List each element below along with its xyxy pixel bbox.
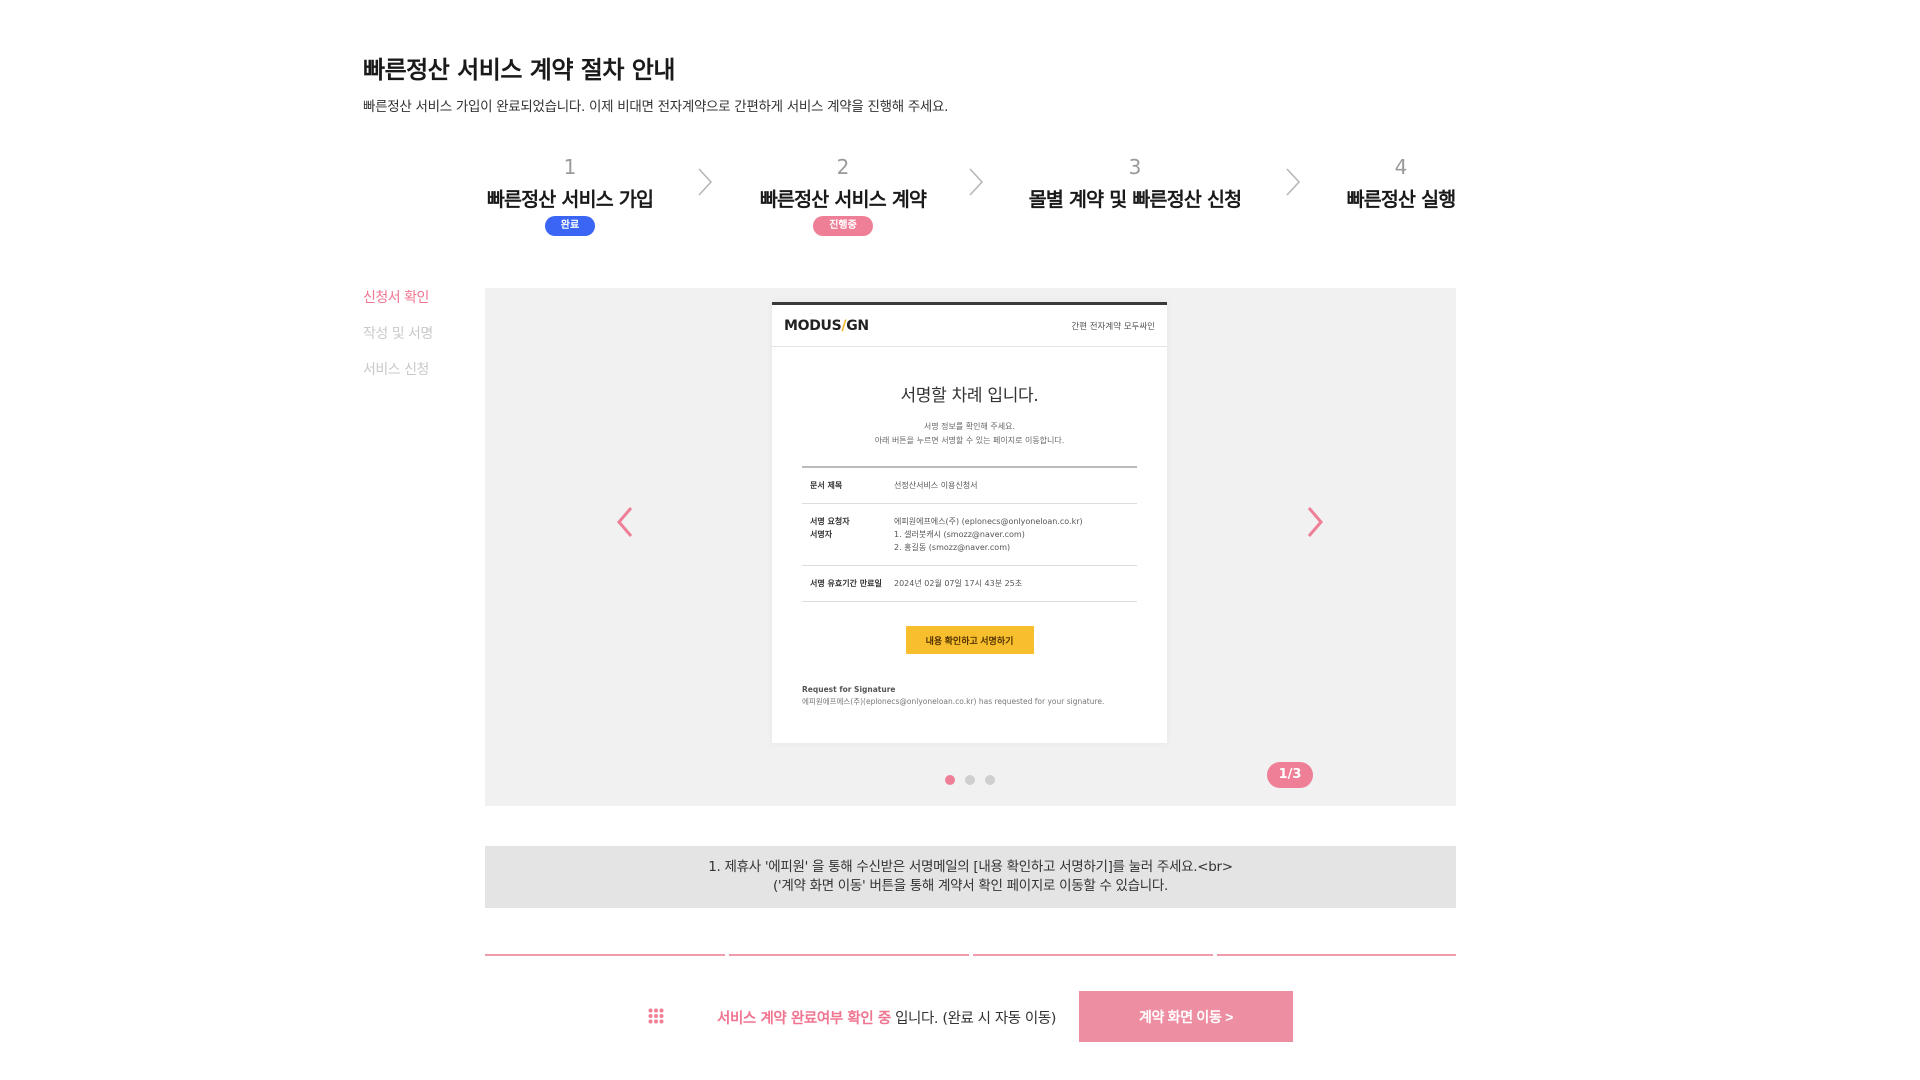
- step-label: 빠른정산 서비스 가입: [486, 188, 654, 211]
- email-preview: MODUS/GN 간편 전자계약 모두싸인 서명할 차례 입니다. 서명 정보를…: [772, 302, 1167, 743]
- progress-segment: [973, 954, 1213, 956]
- email-subtext: 서명 정보를 확인해 주세요. 아래 버튼을 누르면 서명할 수 있는 페이지로…: [874, 422, 1065, 445]
- notice-line: 1. 제휴사 '에피원' 을 통해 수신받은 서명메일의 [내용 확인하고 서명…: [708, 859, 1233, 875]
- chevron-right-icon: [698, 168, 713, 196]
- email-info-table: 문서 제목 선정산서비스 이용신청서 서명 요청자 서명자 에피원에프에스(주) …: [802, 466, 1137, 602]
- progress-segment: [1217, 954, 1456, 956]
- table-row: 문서 제목 선정산서비스 이용신청서: [802, 468, 1137, 504]
- step-number: 1: [563, 155, 577, 179]
- sidebar: 신청서 확인 작성 및 서명 서비스 신청: [363, 288, 433, 396]
- status-badge-done: 완료: [544, 216, 596, 236]
- chevron-right-icon[interactable]: [1303, 504, 1327, 540]
- status-message: 서비스 계약 완료여부 확인 중 입니다. (완료 시 자동 이동): [717, 1007, 1056, 1028]
- page-title: 빠른정산 서비스 계약 절차 안내: [363, 56, 675, 84]
- email-heading: 서명할 차례 입니다.: [900, 386, 1039, 406]
- progress-segment: [729, 954, 969, 956]
- step-4: 4 빠른정산 실행: [1336, 155, 1466, 212]
- step-number: 3: [1128, 155, 1142, 179]
- status-badge-progress: 진행중: [813, 216, 873, 236]
- carousel-dot[interactable]: [945, 775, 955, 785]
- carousel-dots: [945, 775, 995, 785]
- page-description: 빠른정산 서비스 가입이 완료되었습니다. 이제 비대면 전자계약으로 간편하게…: [363, 99, 949, 115]
- sidebar-item-application-check[interactable]: 신청서 확인: [363, 288, 433, 324]
- sidebar-item-write-sign[interactable]: 작성 및 서명: [363, 324, 433, 360]
- go-to-contract-button[interactable]: 계약 화면 이동 >: [1079, 991, 1293, 1042]
- email-footer: Request for Signature 에피원에프에스(주)(eplonec…: [802, 685, 1105, 706]
- step-label: 몰별 계약 및 빠른정산 신청: [1028, 188, 1242, 211]
- page-indicator: 1/3: [1267, 762, 1313, 788]
- step-label: 빠른정산 실행: [1346, 188, 1457, 211]
- step-label: 빠른정산 서비스 계약: [759, 188, 927, 211]
- modusign-logo: MODUS/GN: [784, 317, 869, 334]
- step-1: 1 빠른정산 서비스 가입 완료: [480, 155, 660, 236]
- chevron-left-icon[interactable]: [613, 504, 637, 540]
- carousel-dot[interactable]: [985, 775, 995, 785]
- table-row: 서명 요청자 서명자 에피원에프에스(주) (eplonecs@onlyonelo…: [802, 504, 1137, 566]
- table-row: 서명 유효기간 만료일 2024년 02월 07일 17시 43분 25초: [802, 566, 1137, 602]
- carousel: MODUS/GN 간편 전자계약 모두싸인 서명할 차례 입니다. 서명 정보를…: [485, 288, 1456, 806]
- grid-dots-icon: [648, 1008, 664, 1024]
- email-header-caption: 간편 전자계약 모두싸인: [1071, 321, 1155, 332]
- status-highlight: 서비스 계약 완료여부 확인 중: [717, 1011, 891, 1027]
- chevron-right-icon: [1286, 168, 1301, 196]
- notice-line: ('계약 화면 이동' 버튼을 통해 계약서 확인 페이지로 이동할 수 있습니…: [772, 878, 1169, 894]
- step-2: 2 빠른정산 서비스 계약 진행중: [753, 155, 933, 236]
- email-header: MODUS/GN 간편 전자계약 모두싸인: [772, 305, 1167, 347]
- notice-box: 1. 제휴사 '에피원' 을 통해 수신받은 서명메일의 [내용 확인하고 서명…: [485, 846, 1456, 908]
- progress-segment: [485, 954, 725, 956]
- sidebar-item-service-apply[interactable]: 서비스 신청: [363, 360, 433, 396]
- chevron-right-icon: [969, 168, 984, 196]
- step-3: 3 몰별 계약 및 빠른정산 신청: [1020, 155, 1250, 212]
- step-number: 2: [836, 155, 850, 179]
- carousel-dot[interactable]: [965, 775, 975, 785]
- confirm-sign-button[interactable]: 내용 확인하고 서명하기: [905, 626, 1034, 654]
- status-rest: 입니다. (완료 시 자동 이동): [890, 1011, 1057, 1027]
- step-number: 4: [1394, 155, 1408, 179]
